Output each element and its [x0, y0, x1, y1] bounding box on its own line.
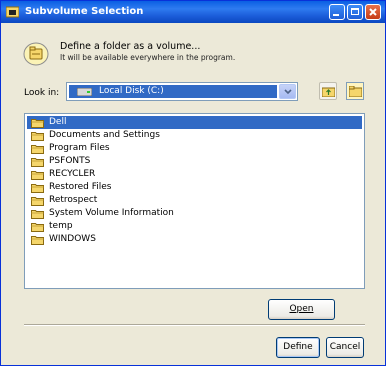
minimize-button[interactable] [329, 4, 345, 20]
new-folder-button[interactable] [346, 82, 364, 100]
app-folder-icon [6, 6, 19, 18]
open-button-label: Open [289, 304, 314, 314]
look-in-value: Local Disk (C:) [99, 86, 164, 96]
folder-name: Dell [49, 117, 67, 127]
folder-name: Program Files [49, 143, 110, 153]
subvolume-selection-dialog: Subvolume Selection Define a folder as a… [0, 0, 386, 366]
cancel-button-label: Cancel [329, 342, 361, 352]
list-item[interactable]: System Volume Information [27, 207, 362, 220]
folder-name: temp [49, 221, 73, 231]
folder-icon [31, 132, 44, 141]
title-bar[interactable]: Subvolume Selection [1, 1, 385, 23]
folder-name: Retrospect [49, 195, 98, 205]
folder-icon [31, 158, 44, 167]
folder-icon [31, 210, 44, 219]
maximize-icon [351, 8, 359, 15]
window-title: Subvolume Selection [25, 6, 144, 17]
define-button[interactable]: Define [276, 337, 320, 358]
folder-name: Restored Files [49, 182, 112, 192]
list-item[interactable]: temp [27, 220, 362, 233]
close-button[interactable] [365, 4, 381, 20]
up-one-level-button[interactable] [319, 82, 337, 100]
list-item[interactable]: Restored Files [27, 181, 362, 194]
dropdown-arrow-button[interactable] [279, 84, 296, 99]
info-subtext: It will be available everywhere in the p… [60, 53, 236, 62]
folder-name: System Volume Information [49, 208, 174, 218]
list-item[interactable]: PSFONTS [27, 155, 362, 168]
list-item[interactable]: Retrospect [27, 194, 362, 207]
folder-icon [31, 145, 44, 154]
folder-name: WINDOWS [49, 234, 96, 244]
folder-icon [31, 171, 44, 180]
list-item[interactable]: Program Files [27, 142, 362, 155]
folder-icon [31, 184, 44, 193]
close-icon [369, 8, 377, 16]
chevron-down-icon [284, 89, 292, 95]
look-in-dropdown[interactable]: Local Disk (C:) [66, 82, 298, 101]
list-item[interactable]: WINDOWS [27, 233, 362, 246]
folder-icon [31, 197, 44, 206]
look-in-label: Look in: [24, 88, 60, 98]
list-item[interactable]: Dell [27, 116, 362, 129]
list-item[interactable]: Documents and Settings [27, 129, 362, 142]
separator [24, 324, 365, 326]
new-folder-icon [349, 86, 362, 97]
volume-icon [23, 42, 49, 66]
cancel-button[interactable]: Cancel [326, 337, 364, 358]
up-folder-icon [322, 87, 335, 97]
folder-name: Documents and Settings [49, 130, 160, 140]
folder-list[interactable]: Dell Documents and Settings Program Files P… [24, 113, 365, 289]
folder-name: RECYCLER [49, 169, 96, 179]
minimize-icon [333, 14, 339, 16]
folder-icon [31, 236, 44, 245]
list-item[interactable]: RECYCLER [27, 168, 362, 181]
maximize-button[interactable] [347, 4, 363, 20]
folder-icon [31, 119, 44, 128]
hard-drive-icon [77, 88, 92, 96]
folder-name: PSFONTS [49, 156, 91, 166]
info-heading: Define a folder as a volume... [60, 41, 201, 52]
define-button-label: Define [283, 342, 313, 352]
folder-icon [31, 223, 44, 232]
look-in-selection: Local Disk (C:) [69, 85, 277, 98]
open-button[interactable]: Open [268, 299, 335, 320]
